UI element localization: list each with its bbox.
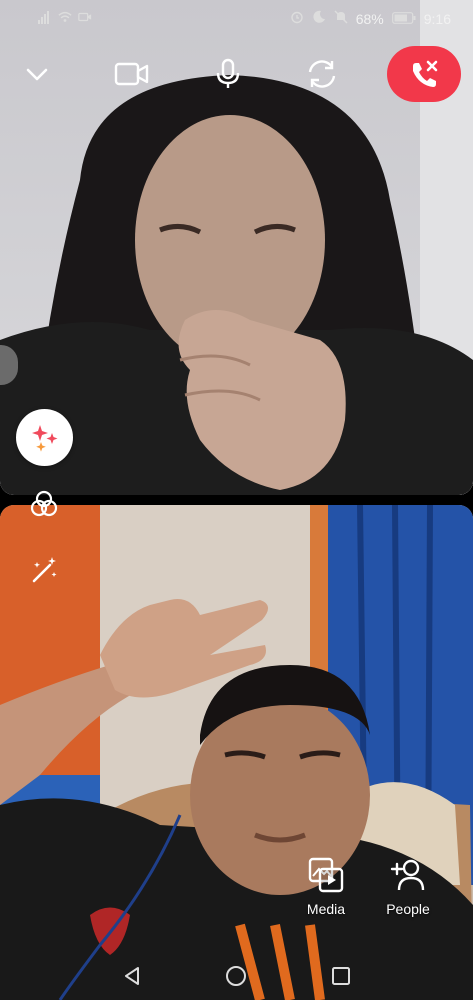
media-button[interactable]: Media	[286, 855, 366, 917]
call-controls-bar	[0, 46, 473, 102]
end-call-icon	[413, 60, 438, 87]
signal-icon	[38, 10, 52, 29]
system-navigation-bar	[0, 950, 473, 1000]
screen-record-icon	[78, 10, 92, 29]
add-person-icon	[390, 859, 425, 891]
alarm-icon	[290, 10, 304, 27]
touch-up-button[interactable]	[24, 550, 64, 590]
video-camera-icon	[114, 62, 149, 86]
mic-toggle-button[interactable]	[206, 52, 250, 96]
nav-home-button[interactable]	[222, 962, 250, 990]
media-icon	[308, 857, 344, 893]
clock-time: 9:16	[423, 10, 451, 27]
color-filter-icon	[30, 490, 58, 517]
home-icon	[226, 966, 246, 986]
battery-percent: 68%	[355, 10, 384, 27]
back-icon	[125, 967, 139, 985]
end-call-button[interactable]	[387, 46, 461, 102]
microphone-icon	[216, 58, 240, 88]
battery-icon	[391, 11, 416, 27]
switch-camera-icon	[308, 60, 336, 88]
chevron-down-icon	[26, 68, 48, 81]
filters-button[interactable]	[24, 484, 64, 524]
mute-bell-icon	[334, 10, 348, 27]
nav-back-button[interactable]	[118, 962, 146, 990]
do-not-disturb-moon-icon	[312, 10, 326, 27]
flip-camera-button[interactable]	[300, 52, 344, 96]
people-button[interactable]: People	[368, 855, 448, 917]
wifi-icon	[58, 10, 72, 29]
nav-recents-button[interactable]	[327, 962, 355, 990]
self-video-image	[0, 505, 473, 1000]
minimize-button[interactable]	[15, 52, 59, 96]
status-bar: 68% 9:16	[0, 0, 473, 36]
sparkle-effects-icon	[31, 424, 57, 452]
camera-toggle-button[interactable]	[110, 52, 154, 96]
effects-button[interactable]	[16, 409, 73, 466]
people-label: People	[386, 901, 430, 917]
self-video-feed[interactable]	[0, 505, 473, 1000]
media-label: Media	[306, 901, 346, 917]
recents-icon	[332, 967, 350, 985]
magic-wand-icon	[32, 557, 57, 583]
